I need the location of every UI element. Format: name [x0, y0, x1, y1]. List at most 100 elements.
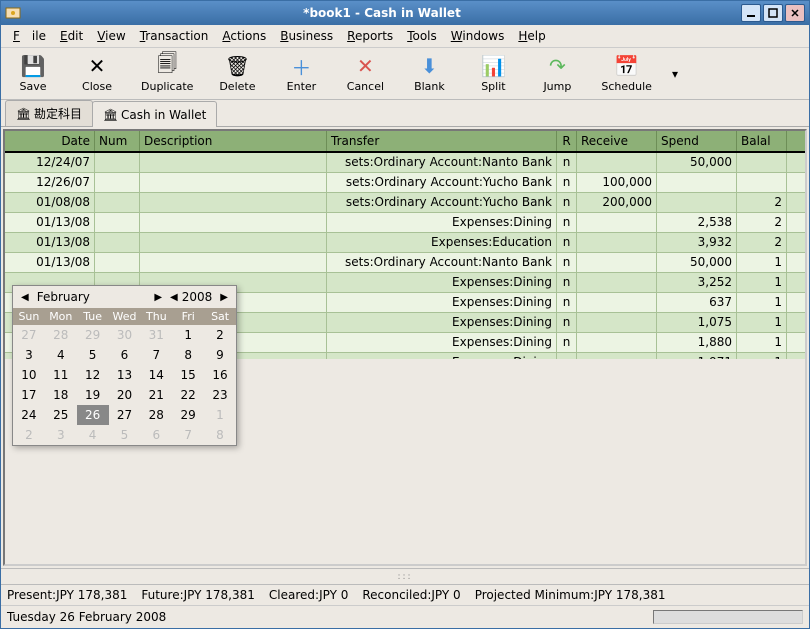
calendar-day[interactable]: 27: [109, 405, 141, 425]
calendar-day[interactable]: 9: [204, 345, 236, 365]
delete-button[interactable]: 🗑Delete: [209, 52, 265, 95]
calendar-day[interactable]: 16: [204, 365, 236, 385]
calendar-day[interactable]: 5: [109, 425, 141, 445]
table-row[interactable]: 12/24/07sets:Ordinary Account:Nanto Bank…: [5, 153, 805, 173]
application-window: *book1 - Cash in Wallet File Edit View T…: [0, 0, 810, 629]
table-row[interactable]: 01/08/08sets:Ordinary Account:Yucho Bank…: [5, 193, 805, 213]
prev-year-button[interactable]: ◀: [166, 292, 182, 303]
col-spend[interactable]: Spend: [657, 131, 737, 151]
close-tab-button[interactable]: ✕Close: [69, 52, 125, 95]
table-row[interactable]: 12/26/07sets:Ordinary Account:Yucho Bank…: [5, 173, 805, 193]
weekday-label: Wed: [109, 308, 141, 325]
calendar-day[interactable]: 5: [77, 345, 109, 365]
calendar-day[interactable]: 1: [172, 325, 204, 345]
calendar-day[interactable]: 15: [172, 365, 204, 385]
next-month-button[interactable]: ▶: [150, 292, 166, 303]
menu-file[interactable]: File: [7, 27, 52, 45]
calendar-day[interactable]: 26: [77, 405, 109, 425]
summary-bar: Present:JPY 178,381 Future:JPY 178,381 C…: [1, 584, 809, 605]
menu-actions[interactable]: Actions: [216, 27, 272, 45]
cancel-button[interactable]: ✕Cancel: [337, 52, 393, 95]
calendar-day[interactable]: 30: [109, 325, 141, 345]
calendar-day[interactable]: 27: [13, 325, 45, 345]
calendar-day[interactable]: 4: [45, 345, 77, 365]
calendar-day[interactable]: 1: [204, 405, 236, 425]
horizontal-scrollbar[interactable]: :::: [1, 568, 809, 584]
menu-business[interactable]: Business: [274, 27, 339, 45]
save-button[interactable]: 💾Save: [5, 52, 61, 95]
calendar-day[interactable]: 28: [140, 405, 172, 425]
trash-icon: 🗑: [225, 54, 249, 78]
calendar-day[interactable]: 7: [172, 425, 204, 445]
col-num[interactable]: Num: [95, 131, 140, 151]
menu-view[interactable]: View: [91, 27, 131, 45]
split-button[interactable]: 📊Split: [465, 52, 521, 95]
calendar-day[interactable]: 21: [140, 385, 172, 405]
status-bar: Tuesday 26 February 2008: [1, 605, 809, 628]
col-description[interactable]: Description: [140, 131, 327, 151]
register-header: Date Num Description Transfer R Receive …: [5, 131, 805, 153]
maximize-button[interactable]: [763, 4, 783, 22]
calendar-day[interactable]: 6: [109, 345, 141, 365]
toolbar-overflow[interactable]: ▾: [668, 59, 682, 89]
calendar-day[interactable]: 19: [77, 385, 109, 405]
split-icon: 📊: [481, 54, 505, 78]
menu-help[interactable]: Help: [512, 27, 551, 45]
menu-windows[interactable]: Windows: [445, 27, 511, 45]
calendar-day[interactable]: 10: [13, 365, 45, 385]
calendar-day[interactable]: 17: [13, 385, 45, 405]
weekday-label: Sat: [204, 308, 236, 325]
calendar-day[interactable]: 2: [13, 425, 45, 445]
calendar-day[interactable]: 20: [109, 385, 141, 405]
minimize-button[interactable]: [741, 4, 761, 22]
calendar-day[interactable]: 8: [204, 425, 236, 445]
calendar-day[interactable]: 23: [204, 385, 236, 405]
table-row[interactable]: 01/13/08sets:Ordinary Account:Nanto Bank…: [5, 253, 805, 273]
menu-transaction[interactable]: Transaction: [134, 27, 215, 45]
col-balance[interactable]: Balal: [737, 131, 787, 151]
close-button[interactable]: [785, 4, 805, 22]
jump-button[interactable]: ↷Jump: [529, 52, 585, 95]
menu-reports[interactable]: Reports: [341, 27, 399, 45]
calendar-day[interactable]: 3: [45, 425, 77, 445]
calendar-day[interactable]: 31: [140, 325, 172, 345]
blank-button[interactable]: ⬇Blank: [401, 52, 457, 95]
calendar-day[interactable]: 2: [204, 325, 236, 345]
next-year-button[interactable]: ▶: [216, 292, 232, 303]
menu-tools[interactable]: Tools: [401, 27, 443, 45]
calendar-day[interactable]: 22: [172, 385, 204, 405]
calendar-day[interactable]: 3: [13, 345, 45, 365]
enter-button[interactable]: ＋Enter: [273, 52, 329, 95]
prev-month-button[interactable]: ◀: [17, 292, 33, 303]
calendar-day[interactable]: 28: [45, 325, 77, 345]
col-reconciled[interactable]: R: [557, 131, 577, 151]
tab-cash-in-wallet[interactable]: 🏛Cash in Wallet: [92, 101, 217, 127]
toolbar: 💾Save ✕Close 🗐Duplicate 🗑Delete ＋Enter ✕…: [1, 48, 809, 100]
calendar-day[interactable]: 4: [77, 425, 109, 445]
col-date[interactable]: Date: [5, 131, 95, 151]
blank-icon: ⬇: [417, 54, 441, 78]
calendar-day[interactable]: 29: [172, 405, 204, 425]
menu-edit[interactable]: Edit: [54, 27, 89, 45]
col-transfer[interactable]: Transfer: [327, 131, 557, 151]
col-receive[interactable]: Receive: [577, 131, 657, 151]
calendar-day[interactable]: 8: [172, 345, 204, 365]
duplicate-button[interactable]: 🗐Duplicate: [133, 52, 201, 95]
calendar-day[interactable]: 24: [13, 405, 45, 425]
progress-bar: [653, 610, 803, 624]
calendar-month-label: February: [33, 290, 151, 304]
schedule-button[interactable]: 📅Schedule: [593, 52, 660, 95]
calendar-day[interactable]: 6: [140, 425, 172, 445]
calendar-day[interactable]: 13: [109, 365, 141, 385]
table-row[interactable]: 01/13/08Expenses:Diningn2,5382: [5, 213, 805, 233]
calendar-day[interactable]: 7: [140, 345, 172, 365]
calendar-day[interactable]: 11: [45, 365, 77, 385]
calendar-day[interactable]: 12: [77, 365, 109, 385]
calendar-day[interactable]: 18: [45, 385, 77, 405]
calendar-day[interactable]: 25: [45, 405, 77, 425]
calendar-icon: 📅: [615, 54, 639, 78]
tab-accounts[interactable]: 🏛勘定科目: [5, 100, 93, 126]
calendar-day[interactable]: 14: [140, 365, 172, 385]
calendar-day[interactable]: 29: [77, 325, 109, 345]
table-row[interactable]: 01/13/08Expenses:Educationn3,9322: [5, 233, 805, 253]
